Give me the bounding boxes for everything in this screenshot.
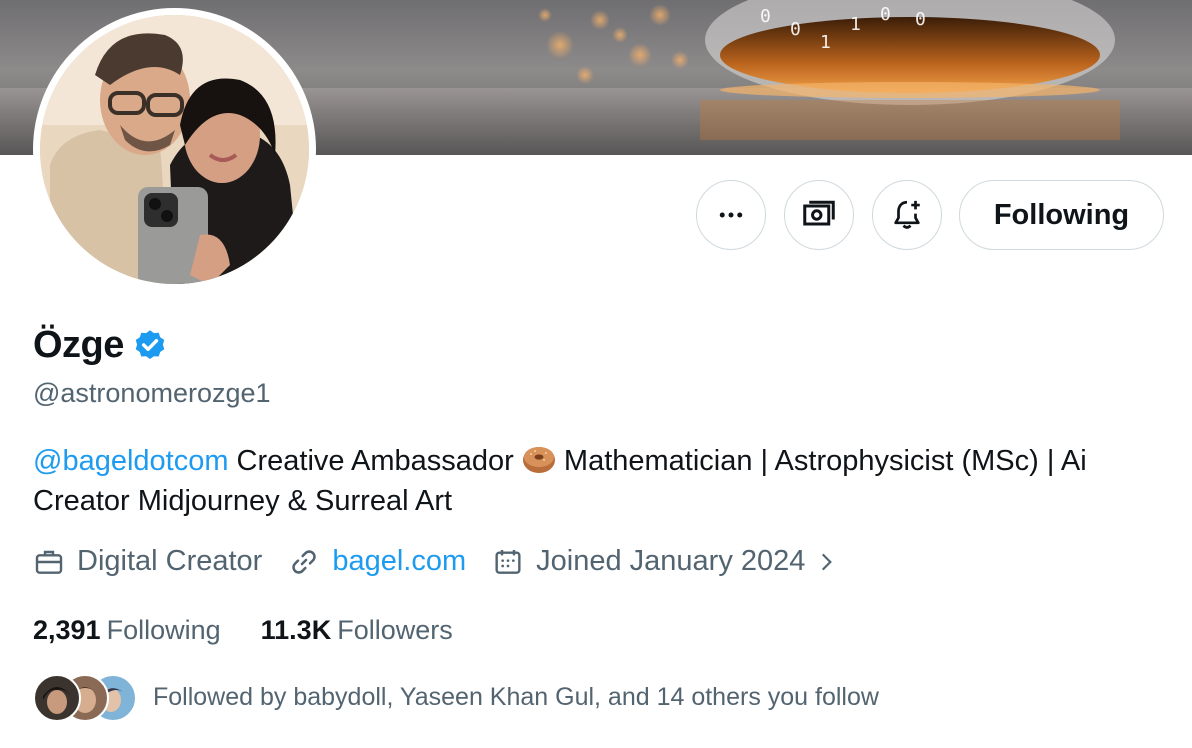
display-name: Özge <box>33 324 124 366</box>
followers-label: Followers <box>337 615 453 645</box>
mutual-followers-avatars <box>33 674 137 722</box>
svg-text:0: 0 <box>915 9 926 30</box>
bio-text-part-1: Creative Ambassador <box>228 445 522 477</box>
chevron-right-icon <box>822 553 833 570</box>
followed-by-text: Followed by babydoll, Yaseen Khan Gul, a… <box>153 682 879 711</box>
following-button[interactable]: Following <box>959 180 1164 250</box>
profile-bio: @bageldotcom Creative Ambassador Mathema… <box>33 441 1173 521</box>
more-options-button[interactable] <box>696 180 766 250</box>
mutual-avatar-1 <box>33 674 81 722</box>
followers-stat-link[interactable]: 11.3K Followers <box>261 615 453 646</box>
money-icon <box>803 200 835 226</box>
follow-stats: 2,391 Following 11.3K Followers <box>33 615 493 646</box>
website-link[interactable]: bagel.com <box>332 545 466 578</box>
bio-mention-link[interactable]: @bageldotcom <box>33 445 229 477</box>
svg-text:1: 1 <box>850 14 861 35</box>
category-label: Digital Creator <box>77 545 263 577</box>
followers-count: 11.3K <box>260 615 332 645</box>
verified-badge-icon[interactable] <box>132 328 168 364</box>
more-dots-icon <box>719 212 743 218</box>
bell-plus-icon <box>894 200 920 229</box>
calendar-icon <box>495 549 521 574</box>
briefcase-icon <box>35 550 63 574</box>
website-item: bagel.com <box>288 545 466 578</box>
link-icon <box>292 549 317 574</box>
profile-name-row: Özge <box>33 324 168 367</box>
notifications-button[interactable] <box>872 180 942 250</box>
svg-text:0: 0 <box>790 19 801 40</box>
profile-avatar[interactable] <box>33 8 316 291</box>
bagel-emoji-icon <box>522 447 555 473</box>
following-stat-link[interactable]: 2,391 Following <box>33 615 221 646</box>
svg-text:1: 1 <box>820 32 831 53</box>
svg-text:0: 0 <box>880 4 891 25</box>
joined-item[interactable]: Joined January 2024 <box>492 545 839 578</box>
category-item: Digital Creator <box>33 545 262 578</box>
svg-text:0: 0 <box>760 6 771 27</box>
followed-by-row[interactable]: Followed by babydoll, Yaseen Khan Gul, a… <box>33 674 879 722</box>
user-handle: @astronomerozge1 <box>33 378 271 408</box>
following-label: Following <box>106 615 221 645</box>
following-count: 2,391 <box>33 615 101 645</box>
profile-meta-row: Digital Creator bagel.com Joined January… <box>33 545 865 578</box>
subscribe-button[interactable] <box>784 180 854 250</box>
joined-date: Joined January 2024 <box>536 545 806 577</box>
avatar-photo <box>40 15 309 284</box>
